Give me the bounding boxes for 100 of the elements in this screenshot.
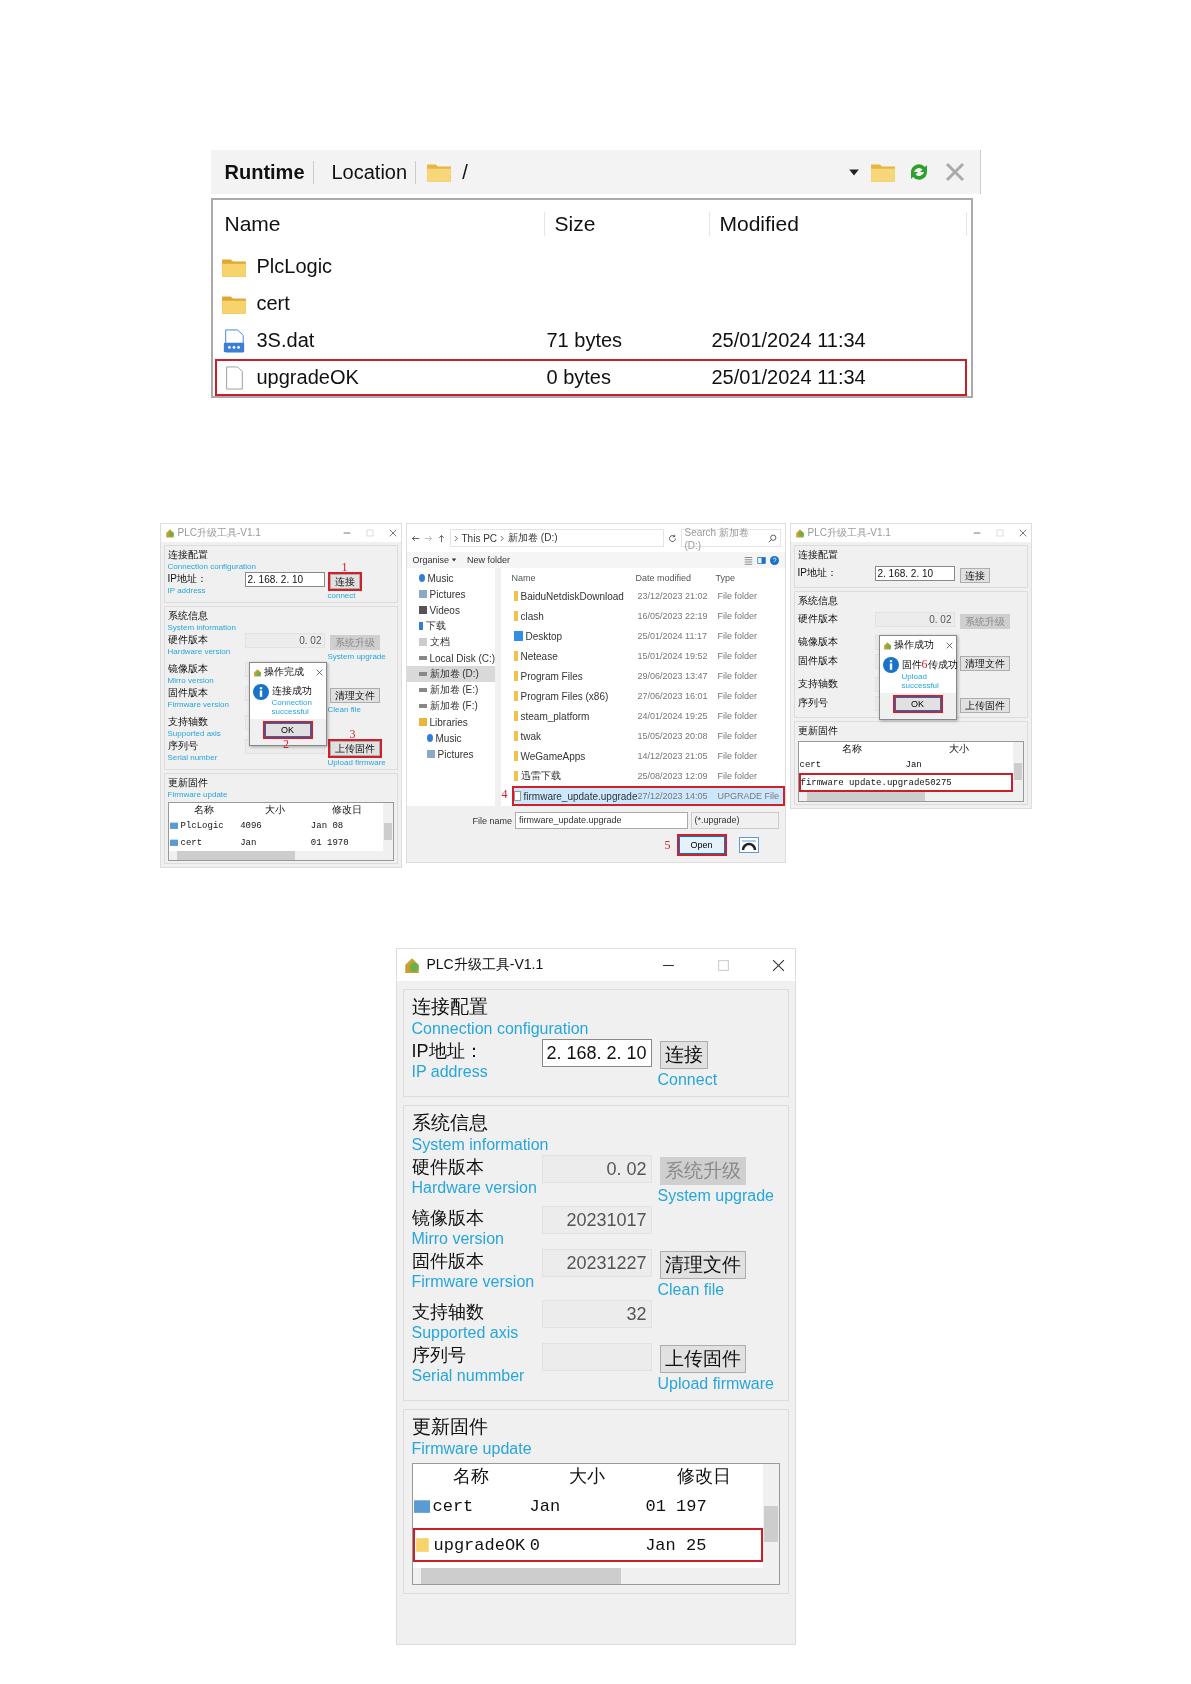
column-header[interactable]: 修改日 [311, 803, 383, 817]
file-name: Program Files (x86) [520, 690, 609, 702]
tab[interactable]: Location [323, 160, 417, 184]
horizontal-scrollbar[interactable] [412, 1568, 763, 1584]
nav-item[interactable]: Libraries [406, 714, 495, 730]
text-field[interactable]: 0. 02 [244, 633, 325, 648]
nav-item[interactable]: 新加卷 (D:) [406, 666, 495, 682]
section-heading: 连接配置 [411, 994, 488, 1019]
file-row[interactable]: Netease 15/01/2024 19:52 File folder [511, 646, 785, 666]
file-type-dropdown[interactable]: (*.upgrade) [690, 812, 779, 829]
column-header[interactable]: 名称 [798, 742, 906, 756]
close-icon[interactable] [945, 641, 953, 649]
arch-icon[interactable] [738, 837, 759, 853]
view-options-icon[interactable] [743, 555, 753, 565]
action-button[interactable]: 清理文件 [329, 688, 380, 703]
nav-item[interactable]: Videos [406, 602, 495, 618]
close-icon[interactable] [315, 668, 323, 676]
text-field[interactable]: 20231227 [541, 1249, 652, 1277]
column-header[interactable]: 大小 [239, 803, 312, 817]
open-button[interactable]: Open [678, 836, 725, 854]
label-translation: Firmware version [411, 1273, 535, 1290]
vertical-scrollbar[interactable] [1012, 742, 1023, 801]
column-header[interactable]: 大小 [529, 1464, 646, 1490]
text-field[interactable]: 2. 168. 2. 10 [874, 566, 955, 581]
table-row[interactable]: cert Jan [798, 756, 1013, 773]
refresh-icon[interactable] [667, 533, 677, 543]
text-field[interactable]: 2. 168. 2. 10 [244, 572, 325, 587]
action-button[interactable]: 连接 [659, 1041, 708, 1069]
file-row[interactable]: firmware_update.upgrade27/12/2023 14:05 UPGRADE File [511, 786, 785, 806]
ok-button[interactable]: OK [264, 723, 311, 737]
nav-item[interactable]: 新加卷 (E:) [406, 682, 495, 698]
step-number: 5 [664, 838, 671, 853]
vertical-scrollbar[interactable] [382, 803, 393, 860]
text-field[interactable]: 0. 02 [874, 612, 955, 627]
nav-item[interactable]: Local Disk (C:) [406, 650, 495, 666]
action-button[interactable]: 上传固件 [659, 1345, 746, 1373]
nav-item[interactable]: Music [406, 730, 495, 746]
file-row[interactable]: 迅雷下载 25/08/2023 12:09 File folder [511, 766, 785, 786]
column-header[interactable]: Name [511, 573, 636, 583]
action-button[interactable]: 清理文件 [659, 1251, 746, 1279]
file-row[interactable]: Program Files (x86) 27/06/2023 16:01 File folder [511, 686, 785, 706]
app-icon [402, 956, 421, 974]
nav-item[interactable]: Music [406, 570, 495, 586]
file-row[interactable]: 3S.dat 71 bytes 25/01/2024 11:34 [214, 322, 967, 359]
address-bar[interactable]: This PC 新加卷 (D:) [449, 529, 664, 547]
file-name-field[interactable]: firmware_update.upgrade [515, 812, 688, 829]
column-header[interactable]: Size [544, 212, 710, 236]
file-row[interactable]: WeGameApps 14/12/2023 21:05 File folder [511, 746, 785, 766]
text-field[interactable]: 32 [541, 1300, 652, 1328]
file-type: UPGRADE File [717, 791, 780, 801]
ok-button[interactable]: OK [894, 697, 941, 711]
column-header[interactable]: 名称 [168, 803, 240, 817]
file-row[interactable]: PlcLogic [214, 248, 967, 285]
column-header[interactable]: 修改日 [645, 1464, 763, 1490]
close-icon[interactable] [771, 958, 785, 972]
text-field[interactable]: 0. 02 [541, 1155, 652, 1183]
file-row[interactable]: steam_platform 24/01/2024 19:25 File folder [511, 706, 785, 726]
nav-item[interactable]: 下载 [406, 618, 495, 634]
file-row[interactable]: Program Files 29/06/2023 13:47 File folder [511, 666, 785, 686]
file-row[interactable]: clash 16/05/2023 22:19 File folder [511, 606, 785, 626]
action-button[interactable]: 上传固件 [959, 698, 1010, 713]
column-header[interactable]: 名称 [412, 1464, 530, 1490]
new-folder-button[interactable]: New folder [467, 555, 511, 565]
file-row[interactable]: BaiduNetdiskDownload 23/12/2023 21:02 File folder [511, 586, 785, 606]
table-row[interactable]: firmware update.upgrade50275 [798, 773, 1013, 792]
preview-pane-icon[interactable] [756, 555, 766, 565]
vertical-scrollbar[interactable] [762, 1464, 779, 1584]
column-header[interactable]: Name [214, 212, 545, 236]
nav-item[interactable]: Pictures [406, 586, 495, 602]
caret-icon[interactable] [451, 557, 458, 563]
breadcrumb-item[interactable]: 新加卷 (D:) [508, 531, 558, 545]
action-button[interactable]: 连接 [329, 574, 360, 589]
file-row[interactable]: twak 15/05/2023 20:08 File folder [511, 726, 785, 746]
nav-item[interactable]: 文档 [406, 634, 495, 650]
table-row[interactable]: cert Jan 01 197 [412, 1490, 763, 1522]
file-row[interactable]: cert [214, 285, 967, 322]
horizontal-scrollbar[interactable] [168, 851, 383, 860]
table-row[interactable]: upgradeOK 0 Jan 25 [412, 1528, 763, 1562]
tab[interactable]: Runtime [216, 160, 314, 184]
nav-item[interactable]: Pictures [406, 746, 495, 762]
column-header[interactable]: Type [715, 573, 785, 583]
text-field[interactable]: 2. 168. 2. 10 [541, 1039, 652, 1067]
action-button[interactable]: 清理文件 [959, 656, 1010, 671]
nav-item[interactable]: 新加卷 (F:) [406, 698, 495, 714]
horizontal-scrollbar[interactable] [798, 792, 1013, 801]
table-row[interactable]: PlcLogic 4096 Jan 08 [168, 817, 383, 834]
column-header[interactable]: Modified [709, 212, 967, 236]
action-button[interactable]: 连接 [959, 568, 990, 583]
action-button[interactable]: 上传固件 [329, 741, 380, 756]
file-row[interactable]: upgradeOK 0 bytes 25/01/2024 11:34 [214, 359, 967, 396]
column-header[interactable]: Date modified [635, 573, 716, 583]
up-icon[interactable] [436, 533, 446, 543]
table-row[interactable]: cert Jan 01 1970 [168, 834, 383, 851]
file-row[interactable]: Desktop 25/01/2024 11:17 File folder [511, 626, 785, 646]
breadcrumb-item[interactable]: This PC [461, 532, 498, 544]
back-icon[interactable] [410, 533, 420, 543]
column-header[interactable]: 大小 [905, 742, 1013, 756]
text-field[interactable]: 20231017 [541, 1206, 652, 1234]
organise-menu[interactable]: Organise [412, 555, 450, 565]
help-icon[interactable] [769, 555, 779, 565]
